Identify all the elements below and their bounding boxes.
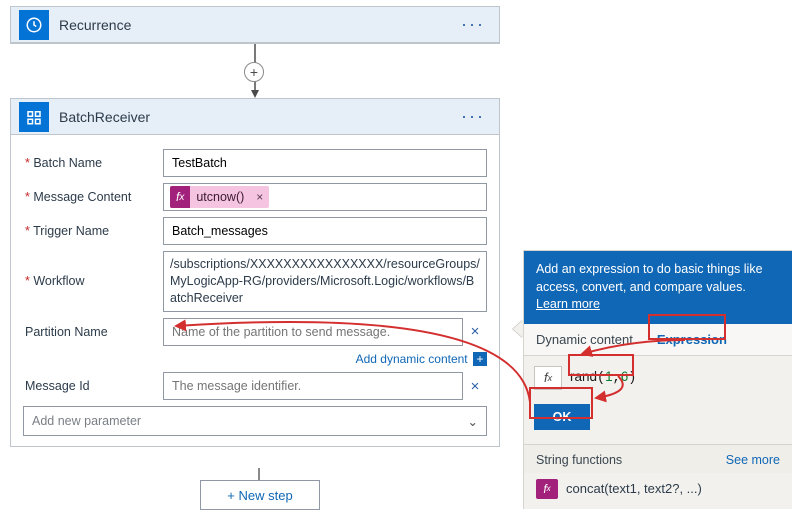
step-connector: + [248,44,262,100]
panel-head: Add an expression to do basic things lik… [524,251,792,324]
batch-body: Batch Name Message Content fx utcnow() ×… [11,135,499,446]
tab-dynamic-content[interactable]: Dynamic content [524,324,645,355]
learn-more-link[interactable]: Learn more [536,297,600,311]
panel-pointer [513,320,523,338]
input-workflow[interactable]: /subscriptions/XXXXXXXXXXXXXXXX/resource… [163,251,487,312]
new-step-button[interactable]: + New step [200,480,320,510]
label-message-content: Message Content [23,190,163,204]
add-dynamic-content-row: Add dynamic content + [173,352,487,367]
input-trigger-name[interactable] [163,217,487,245]
fx-token-remove[interactable]: × [250,190,269,204]
batch-title: BatchReceiver [59,109,455,125]
label-batch-name: Batch Name [23,156,163,170]
fx-icon: fx [536,479,558,499]
label-trigger-name: Trigger Name [23,224,163,238]
string-functions-label: String functions [536,453,622,467]
recurrence-menu-button[interactable]: ··· [455,14,491,35]
input-message-id[interactable] [163,372,463,400]
fx-icon: fx [534,366,562,390]
see-more-link[interactable]: See more [726,453,780,467]
batch-icon [19,102,49,132]
expression-input[interactable]: rand(1,6) [570,369,636,386]
string-functions-header: String functions See more [524,444,792,473]
panel-head-text: Add an expression to do basic things lik… [536,262,763,294]
batch-card: BatchReceiver ··· Batch Name Message Con… [10,98,500,447]
connector-line [258,468,260,480]
recurrence-title: Recurrence [59,17,455,33]
fx-token-text: utcnow() [190,190,250,204]
tab-expression[interactable]: Expression [645,324,739,355]
input-partition-name[interactable] [163,318,463,346]
label-partition-name: Partition Name [23,325,163,339]
fn-item-concat[interactable]: fx concat(text1, text2?, ...) [524,473,792,509]
fx-icon: fx [170,186,190,208]
expression-row: fx rand(1,6) [524,356,792,400]
label-workflow: Workflow [23,274,163,288]
chevron-down-icon: ⌄ [468,414,478,429]
label-message-id: Message Id [23,379,163,393]
input-message-content[interactable]: fx utcnow() × [163,183,487,211]
add-step-button[interactable]: + [244,62,264,82]
batch-menu-button[interactable]: ··· [455,106,491,127]
recurrence-header[interactable]: Recurrence ··· [11,7,499,43]
expression-panel: Add an expression to do basic things lik… [523,250,792,509]
clear-message-id[interactable]: × [463,378,487,395]
add-dynamic-plus-icon[interactable]: + [473,352,487,366]
clock-icon [19,10,49,40]
ok-button[interactable]: OK [534,404,590,430]
add-new-parameter[interactable]: Add new parameter ⌄ [23,406,487,436]
clear-partition-name[interactable]: × [463,323,487,340]
recurrence-card[interactable]: Recurrence ··· [10,6,500,44]
input-batch-name[interactable] [163,149,487,177]
add-param-label: Add new parameter [32,414,141,428]
fx-token-utcnow[interactable]: fx utcnow() × [170,186,269,208]
panel-tabs: Dynamic content Expression [524,324,792,356]
add-dynamic-content-link[interactable]: Add dynamic content [356,352,468,366]
batch-header[interactable]: BatchReceiver ··· [11,99,499,135]
fn-signature: concat(text1, text2?, ...) [566,481,702,496]
